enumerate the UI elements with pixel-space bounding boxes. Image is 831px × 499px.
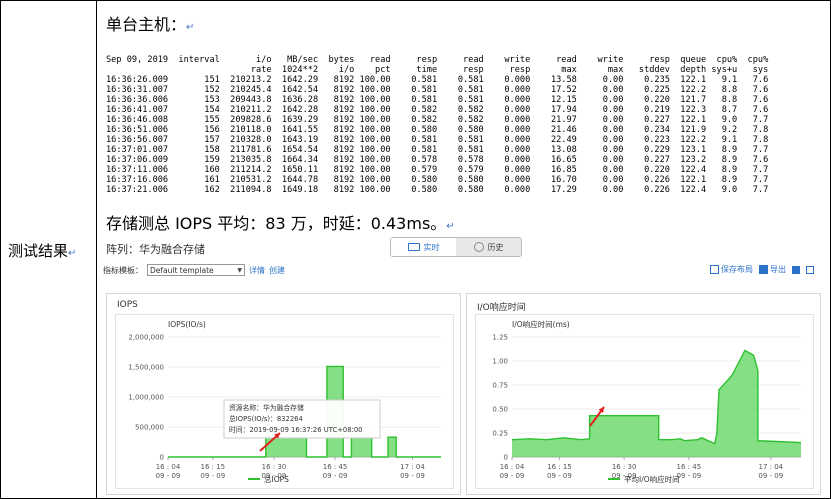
iops-chart-area: IOPS(IO/s) 0 500,000 1,000,000 1,500,000 2,00… — [115, 314, 454, 489]
latency-y-tick-label: 0.25 — [492, 430, 508, 438]
iops-x-tick-label: 16 : 45 — [323, 463, 348, 471]
iops-x-tick-label: 16 : 30 — [262, 463, 287, 471]
iops-y-tick-label: 1,500,000 — [128, 364, 164, 372]
list-view-icon[interactable] — [806, 265, 814, 274]
save-layout-button[interactable]: 保存布局 — [710, 264, 753, 275]
host-heading: 单台主机：↵ — [106, 15, 195, 34]
template-label: 指标模板： — [103, 265, 143, 275]
iops-panel: IOPS IOPS(IO/s) 0 500,000 1,000,000 1,500,00… — [106, 293, 461, 495]
save-icon — [710, 265, 719, 274]
details-link[interactable]: 详情 — [249, 265, 265, 276]
iops-x-tick-label: 17 : 04 — [400, 463, 425, 471]
latency-x-tick-date: 09 - 09 — [547, 472, 572, 480]
latency-x-tick-date: 09 - 09 — [500, 472, 525, 480]
export-icon — [759, 265, 768, 274]
latency-y-tick-label: 0.75 — [492, 382, 508, 390]
test-result-label: 测试结果↵ — [8, 242, 77, 260]
tab-history[interactable]: 历史 — [456, 238, 521, 256]
iops-y-axis-label: IOPS(IO/s) — [168, 320, 206, 329]
storage-console-screenshot: 阵列：华为融合存储 实时 历史 指标模板： Default template ▼… — [103, 233, 821, 495]
iops-tooltip-line: 总IOPS(IO/s)：832264 — [229, 414, 303, 423]
iops-x-tick-date: 09 - 09 — [156, 472, 181, 480]
vdbench-output: Sep 09, 2019 interval i/o MB/sec bytes r… — [106, 55, 769, 195]
latency-x-tick-label: 17 : 04 — [758, 463, 783, 471]
chevron-down-icon: ▼ — [237, 266, 242, 274]
latency-x-tick-date: 09 - 09 — [758, 472, 783, 480]
view-tabs: 实时 历史 — [390, 237, 522, 257]
iops-chart: IOPS(IO/s) 0 500,000 1,000,000 1,500,000 2,00… — [128, 320, 441, 484]
latency-chart: I/O响应时间(ms)00.250.500.751.001.2516 : 040… — [492, 319, 802, 484]
array-label: 阵列：华为融合存储 — [106, 243, 205, 256]
latency-y-tick-label: 0 — [504, 454, 508, 462]
latency-legend-label: 平均I/O响应时间 — [624, 474, 680, 484]
latency-chart-area: I/O响应时间(ms) 0 0.25 0.50 0.75 1.00 1.25 16 : 04 0… — [475, 314, 814, 489]
iops-y-tick-label: 1,000,000 — [128, 394, 164, 402]
iops-tooltip-line: 时间：2019-09-09 16:37:26 UTC+08:00 — [229, 425, 363, 434]
tab-realtime[interactable]: 实时 — [391, 238, 456, 256]
toolbar: 保存布局 导出 — [710, 264, 814, 275]
storage-heading: 存储测总 IOPS 平均：83 万，时延：0.43ms。↵ — [106, 214, 455, 233]
iops-tooltip-line: 资源名称：华为融合存储 — [229, 403, 304, 412]
latency-x-tick-date: 09 - 09 — [676, 472, 701, 480]
clock-icon — [473, 242, 484, 252]
iops-y-tick-label: 500,000 — [135, 424, 164, 432]
monitor-icon — [407, 243, 420, 251]
iops-x-tick-date: 09 - 09 — [400, 472, 425, 480]
create-link[interactable]: 创建 — [269, 265, 285, 276]
latency-y-axis-label: I/O响应时间(ms) — [512, 319, 570, 329]
export-button[interactable]: 导出 — [759, 264, 786, 275]
iops-x-tick-label: 16 : 15 — [201, 463, 226, 471]
latency-x-tick-label: 16 : 04 — [500, 463, 525, 471]
iops-y-tick-label: 2,000,000 — [128, 334, 164, 342]
latency-panel-title: I/O响应时间 — [477, 303, 526, 313]
latency-y-tick-label: 1.00 — [492, 358, 508, 366]
latency-x-tick-label: 16 : 30 — [612, 463, 637, 471]
grid-view-icon[interactable] — [792, 265, 800, 274]
iops-x-tick-label: 16 : 04 — [156, 463, 181, 471]
iops-y-tick-label: 0 — [160, 454, 164, 462]
latency-y-tick-label: 1.25 — [492, 334, 508, 342]
latency-x-tick-label: 16 : 45 — [677, 463, 702, 471]
column-divider — [96, 0, 97, 499]
latency-panel: I/O响应时间 I/O响应时间(ms) 0 0.25 0.50 0.75 1.00 1.25… — [466, 293, 821, 495]
iops-x-tick-date: 09 - 09 — [200, 472, 225, 480]
latency-y-tick-label: 0.50 — [492, 406, 508, 414]
template-row: 指标模板： Default template ▼ 详情 创建 — [103, 264, 285, 276]
iops-panel-title: IOPS — [117, 300, 138, 310]
latency-x-tick-label: 16 : 15 — [547, 463, 572, 471]
iops-legend-label: 总IOPS — [264, 474, 289, 484]
iops-x-tick-date: 09 - 09 — [323, 472, 348, 480]
template-select[interactable]: Default template ▼ — [147, 264, 245, 276]
